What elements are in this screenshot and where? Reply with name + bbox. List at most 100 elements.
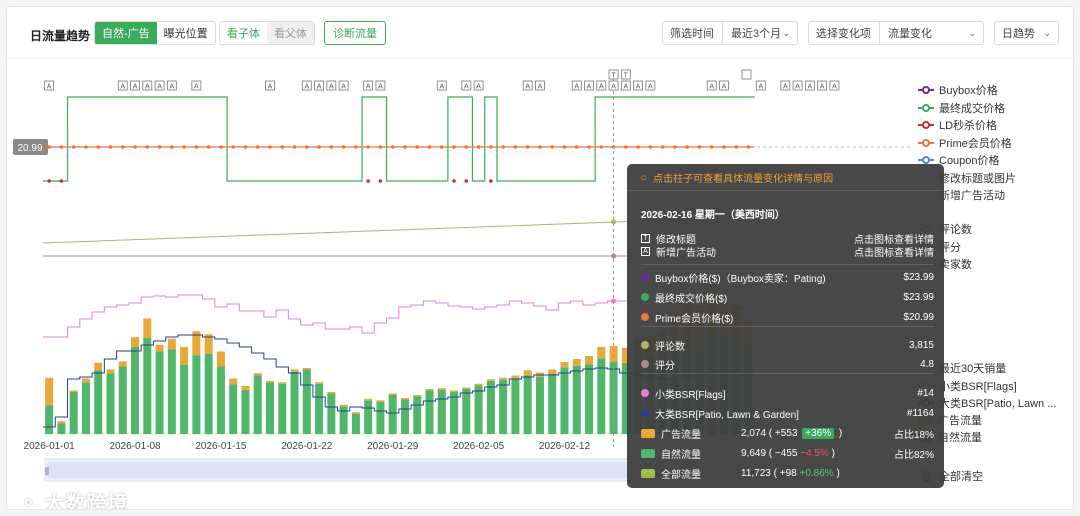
event-a-label: A xyxy=(133,84,138,91)
prime-price-point xyxy=(550,145,555,149)
traffic-trend-card: 日流量趋势 自然-广告 曝光位置 看子体 看父体 诊断流量 筛选时间 最近3个月… xyxy=(6,6,1074,510)
tooltip-traffic-row[interactable]: 广告流量 2,074 ( +553 +36% ) 占比18% xyxy=(641,426,934,441)
brand-text: 大数跨境 xyxy=(44,493,129,510)
prime-price-point xyxy=(415,145,420,149)
event-a-label: A xyxy=(611,84,616,91)
ad-traffic-bar xyxy=(302,368,311,370)
legend-label: Coupon价格 xyxy=(939,155,1000,167)
prime-price-point xyxy=(329,145,334,149)
event-a-label: A xyxy=(795,84,800,91)
series-dot xyxy=(641,360,649,368)
prime-price-point xyxy=(145,145,150,149)
traffic-percent: +36% xyxy=(802,427,835,439)
tooltip-bsr-label: 大类BSR[Patio, Lawn & Garden] xyxy=(655,409,799,421)
tooltip-traffic-share: 占比18% xyxy=(893,429,934,441)
event-a-label: A xyxy=(783,84,788,91)
event-a-label: A xyxy=(587,84,592,91)
natural-traffic-bar xyxy=(364,400,373,434)
natural-traffic-bar xyxy=(302,369,311,434)
event-a-label: A xyxy=(476,84,481,91)
prime-price-point xyxy=(378,145,383,149)
x-tick-label: 2026-02-05 xyxy=(453,441,505,452)
tooltip-stat-row: 评论数 3,815 xyxy=(641,338,934,353)
natural-traffic-bar xyxy=(69,392,78,434)
event-a-label: A xyxy=(120,84,125,91)
natural-traffic-bar xyxy=(388,395,397,434)
ad-traffic-bar xyxy=(315,382,324,384)
prime-price-point xyxy=(501,145,505,149)
prime-price-point xyxy=(562,145,567,149)
tooltip-traffic-share: 占比82% xyxy=(893,449,934,461)
natural-traffic-bar xyxy=(278,383,287,434)
x-tick-label: 2026-01-08 xyxy=(109,441,161,452)
natural-traffic-bar xyxy=(118,366,127,434)
legend-item[interactable]: Buybox价格 xyxy=(918,82,998,98)
tooltip-bsr-row: 小类BSR[Flags] #14 xyxy=(641,386,934,401)
ad-traffic-bar xyxy=(290,369,299,372)
ad-traffic-bar xyxy=(229,378,238,385)
tooltip-price-row: 最终成交价格($) $23.99 xyxy=(641,290,934,305)
natural-traffic-bar xyxy=(106,373,115,434)
event-a-label: A xyxy=(439,84,444,91)
ad-traffic-bar xyxy=(81,378,90,383)
natural-traffic-bar xyxy=(572,365,581,434)
event-a-label: A xyxy=(194,84,199,91)
prime-price-point xyxy=(341,145,346,149)
prime-price-point xyxy=(108,145,113,149)
natural-traffic-bar xyxy=(474,385,483,434)
prime-price-point xyxy=(390,145,395,149)
tooltip-bsr-label: 小类BSR[Flags] xyxy=(655,389,726,401)
event-a-label: A xyxy=(268,84,273,91)
natural-traffic-bar xyxy=(265,382,274,434)
event-a-label: A xyxy=(538,84,543,91)
prime-price-point xyxy=(268,145,272,149)
tooltip-price-row: Buybox价格($)（Buybox卖家：Pating) $23.99 xyxy=(641,270,934,285)
x-tick-label: 2026-02-12 xyxy=(539,441,591,452)
x-tick-label: 2026-01-29 xyxy=(367,441,419,452)
logo-icon: ⚬ xyxy=(20,493,38,510)
event-a-label: A xyxy=(47,84,52,91)
ld-price-point xyxy=(489,179,493,183)
ad-traffic-bar xyxy=(167,338,176,350)
legend-label: 最近30天销量 xyxy=(939,363,1007,375)
tooltip-divider xyxy=(641,326,934,327)
tooltip-traffic-row[interactable]: 全部流量 11,723 ( +98 +0.86% ) xyxy=(641,466,934,481)
series-dot xyxy=(641,341,649,349)
ad-traffic-bar xyxy=(106,369,115,374)
tooltip-event-action[interactable]: 点击图标查看详情 xyxy=(854,244,934,259)
legend-item[interactable]: LD秒杀价格 xyxy=(918,117,997,133)
prime-price-point xyxy=(599,145,604,149)
natural-traffic-bar xyxy=(511,379,520,434)
prime-price-point xyxy=(243,145,248,149)
ad-traffic-bar xyxy=(388,393,397,395)
prime-price-point xyxy=(525,145,530,149)
ad-traffic-bar xyxy=(131,337,140,347)
traffic-delta: −455 xyxy=(774,447,798,459)
ad-traffic-bar xyxy=(585,356,594,365)
natural-traffic-bar xyxy=(57,423,66,434)
prime-price-point xyxy=(685,145,689,149)
natural-traffic-bar xyxy=(523,375,532,434)
prime-price-point xyxy=(587,145,591,149)
tooltip-traffic-row[interactable]: 自然流量 9,649 ( −455 −4.5% ) 占比82% xyxy=(641,446,934,461)
tooltip-stat-row: 评分 4.8 xyxy=(641,357,934,372)
natural-traffic-bar xyxy=(486,380,495,434)
tooltip-date: 2026-02-16 星期一（美西时间） xyxy=(641,206,934,221)
traffic-swatch xyxy=(641,448,655,458)
tooltip-stat-value: 4.8 xyxy=(920,358,934,370)
tooltip-bsr-row: 大类BSR[Patio, Lawn & Garden] #1164 xyxy=(641,406,934,421)
natural-traffic-bar xyxy=(155,351,164,434)
prime-price-point xyxy=(366,145,370,149)
ld-price-point xyxy=(366,179,370,183)
ad-traffic-bar xyxy=(180,347,189,365)
ad-traffic-bar xyxy=(376,400,385,402)
natural-traffic-bar xyxy=(131,347,140,434)
ad-traffic-bar xyxy=(265,380,274,383)
legend-item[interactable]: 最终成交价格 xyxy=(918,100,1005,116)
legend-label: Prime会员价格 xyxy=(939,138,1012,150)
ad-traffic-bar xyxy=(241,386,250,390)
prime-price-point xyxy=(305,145,309,149)
traffic-value: 9,649 xyxy=(741,447,767,459)
series-dot xyxy=(641,389,649,397)
legend-item[interactable]: Prime会员价格 xyxy=(918,135,1012,151)
